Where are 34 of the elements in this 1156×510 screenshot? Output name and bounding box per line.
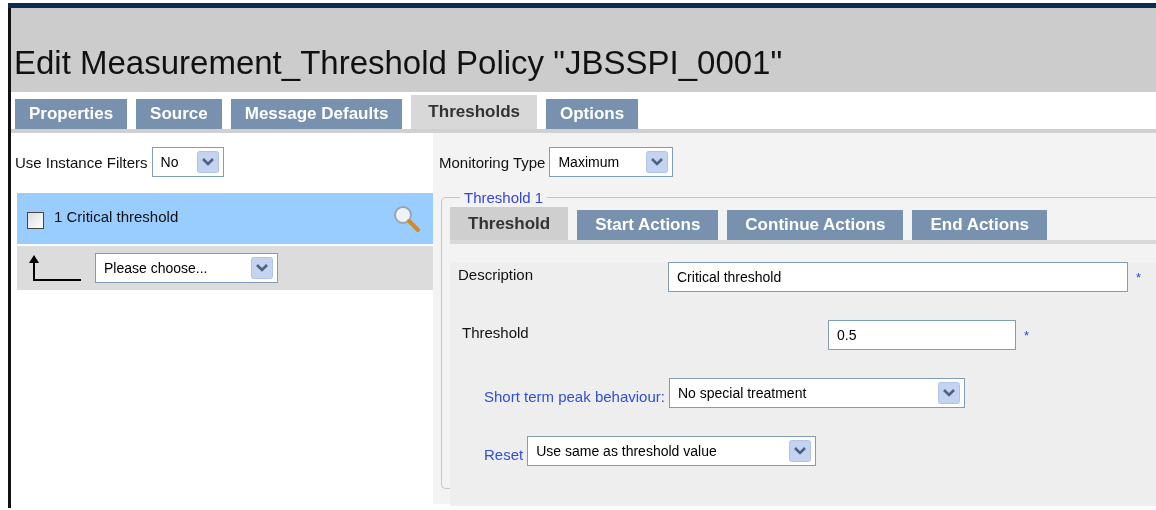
threshold-name: 1 Critical threshold xyxy=(54,208,180,227)
move-dropdown[interactable]: Please choose... xyxy=(95,253,278,283)
required-mark: * xyxy=(1024,327,1030,343)
field-label: Description xyxy=(458,265,535,283)
group-legend: Threshold 1 xyxy=(460,189,548,206)
checkbox[interactable] xyxy=(27,212,44,229)
field-label: Threshold xyxy=(462,323,530,341)
chevron-down-icon[interactable] xyxy=(251,257,273,279)
dropdown-value: No special treatment xyxy=(677,385,808,401)
dropdown-value: No xyxy=(160,154,180,170)
chevron-down-icon[interactable] xyxy=(937,382,960,404)
page-title: Edit Measurement_Threshold Policy "JBSSPI_0001" xyxy=(11,8,1156,92)
field-link[interactable]: Short term peak behaviour: xyxy=(484,381,665,405)
tab[interactable]: Threshold xyxy=(450,207,569,240)
dropdown-value: Use same as threshold value xyxy=(536,443,718,459)
monitoring-type-dropdown[interactable]: Maximum xyxy=(549,147,674,177)
dropdown[interactable]: Use same as threshold value xyxy=(527,436,817,466)
text-field[interactable]: Critical threshold xyxy=(668,262,1128,292)
text-field[interactable]: 0.5 xyxy=(828,320,1016,350)
dropdown-value: Maximum xyxy=(558,154,621,170)
field-link[interactable]: Reset xyxy=(484,439,524,463)
chevron-down-icon[interactable] xyxy=(646,151,669,173)
field-label: Use Instance Filters xyxy=(15,153,148,171)
return-arrow-icon xyxy=(29,253,81,283)
field-label: Monitoring Type xyxy=(439,153,546,171)
tab[interactable]: Thresholds xyxy=(411,95,537,129)
instance-filters-dropdown[interactable]: No xyxy=(151,147,224,177)
chevron-down-icon[interactable] xyxy=(789,440,812,462)
required-mark: * xyxy=(1136,269,1142,285)
search-icon[interactable] xyxy=(393,204,421,233)
threshold-list-item[interactable]: 1 Critical threshold xyxy=(17,193,433,244)
dropdown-value: Please choose... xyxy=(104,260,209,276)
chevron-down-icon[interactable] xyxy=(196,151,219,173)
dropdown[interactable]: No special treatment xyxy=(668,378,965,408)
